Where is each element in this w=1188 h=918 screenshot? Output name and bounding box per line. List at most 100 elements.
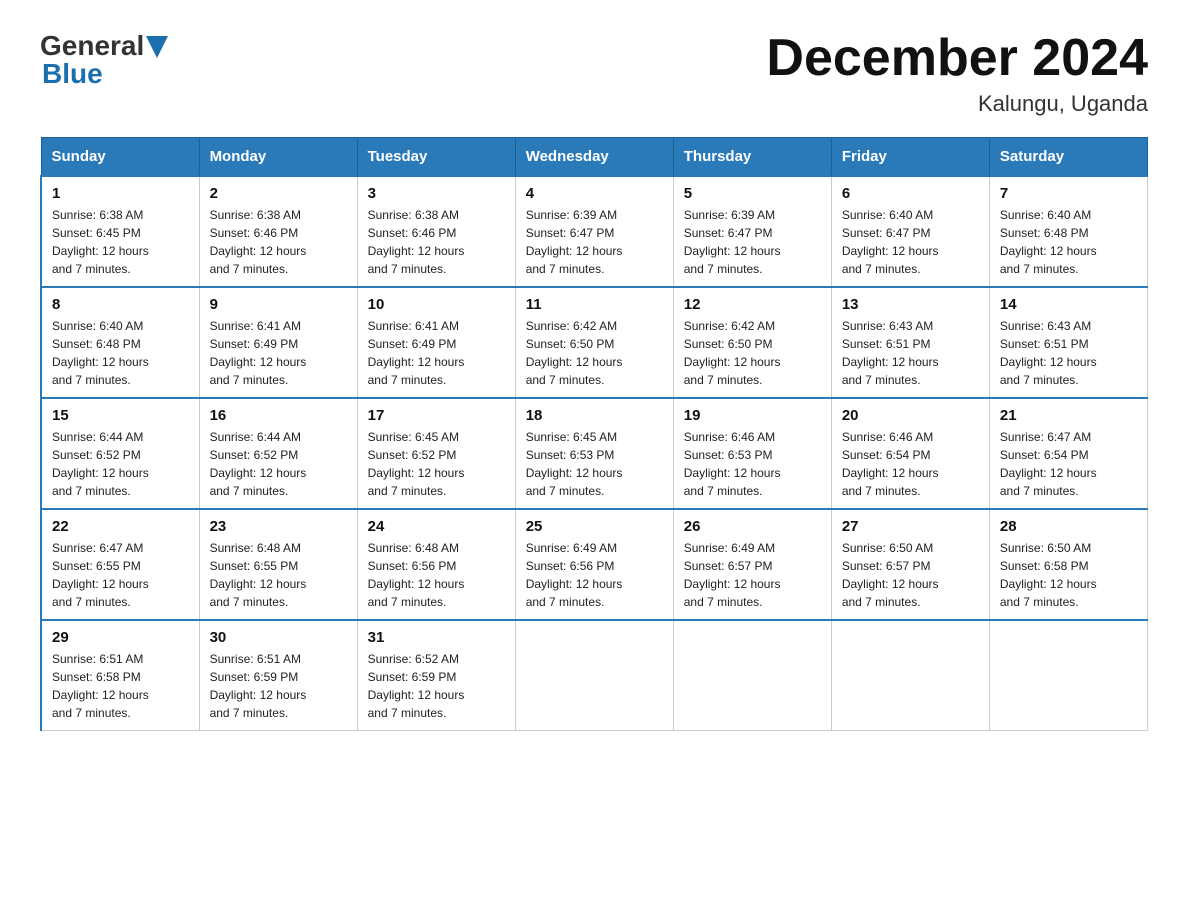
day-number: 23 — [210, 518, 347, 535]
days-header-row: SundayMondayTuesdayWednesdayThursdayFrid… — [41, 138, 1148, 177]
calendar-cell: 20 Sunrise: 6:46 AMSunset: 6:54 PMDayligh… — [831, 398, 989, 509]
calendar-cell: 27 Sunrise: 6:50 AMSunset: 6:57 PMDayligh… — [831, 509, 989, 620]
day-number: 8 — [52, 296, 189, 313]
calendar-cell: 29 Sunrise: 6:51 AMSunset: 6:58 PMDayligh… — [41, 620, 199, 731]
day-number: 25 — [526, 518, 663, 535]
day-number: 30 — [210, 629, 347, 646]
logo-blue: Blue — [42, 58, 103, 90]
week-row-1: 1 Sunrise: 6:38 AMSunset: 6:45 PMDaylight… — [41, 176, 1148, 287]
day-info: Sunrise: 6:38 AMSunset: 6:46 PMDaylight:… — [368, 206, 505, 278]
day-number: 15 — [52, 407, 189, 424]
calendar-cell: 7 Sunrise: 6:40 AMSunset: 6:48 PMDaylight… — [989, 176, 1147, 287]
calendar-cell: 26 Sunrise: 6:49 AMSunset: 6:57 PMDayligh… — [673, 509, 831, 620]
calendar-cell: 8 Sunrise: 6:40 AMSunset: 6:48 PMDaylight… — [41, 287, 199, 398]
calendar-cell: 23 Sunrise: 6:48 AMSunset: 6:55 PMDayligh… — [199, 509, 357, 620]
day-info: Sunrise: 6:48 AMSunset: 6:56 PMDaylight:… — [368, 539, 505, 611]
calendar-cell — [831, 620, 989, 731]
calendar-cell: 19 Sunrise: 6:46 AMSunset: 6:53 PMDayligh… — [673, 398, 831, 509]
day-number: 26 — [684, 518, 821, 535]
logo-triangle-icon — [146, 36, 168, 58]
calendar-cell — [673, 620, 831, 731]
day-number: 12 — [684, 296, 821, 313]
day-info: Sunrise: 6:42 AMSunset: 6:50 PMDaylight:… — [684, 317, 821, 389]
day-info: Sunrise: 6:43 AMSunset: 6:51 PMDaylight:… — [1000, 317, 1137, 389]
calendar-cell: 10Sunrise: 6:41 AMSunset: 6:49 PMDayligh… — [357, 287, 515, 398]
calendar-cell: 31Sunrise: 6:52 AMSunset: 6:59 PMDayligh… — [357, 620, 515, 731]
calendar-cell: 21Sunrise: 6:47 AMSunset: 6:54 PMDayligh… — [989, 398, 1147, 509]
location-label: Kalungu, Uganda — [766, 91, 1148, 117]
day-info: Sunrise: 6:44 AMSunset: 6:52 PMDaylight:… — [210, 428, 347, 500]
col-header-sunday: Sunday — [41, 138, 199, 177]
day-number: 19 — [684, 407, 821, 424]
day-number: 6 — [842, 185, 979, 202]
day-info: Sunrise: 6:51 AMSunset: 6:58 PMDaylight:… — [52, 650, 189, 722]
day-info: Sunrise: 6:51 AMSunset: 6:59 PMDaylight:… — [210, 650, 347, 722]
calendar-cell: 22 Sunrise: 6:47 AMSunset: 6:55 PMDayligh… — [41, 509, 199, 620]
col-header-wednesday: Wednesday — [515, 138, 673, 177]
calendar-cell: 3Sunrise: 6:38 AMSunset: 6:46 PMDaylight… — [357, 176, 515, 287]
calendar-cell: 13 Sunrise: 6:43 AMSunset: 6:51 PMDayligh… — [831, 287, 989, 398]
day-info: Sunrise: 6:52 AMSunset: 6:59 PMDaylight:… — [368, 650, 505, 722]
day-info: Sunrise: 6:45 AMSunset: 6:52 PMDaylight:… — [368, 428, 505, 500]
day-info: Sunrise: 6:40 AMSunset: 6:48 PMDaylight:… — [1000, 206, 1137, 278]
calendar-table: SundayMondayTuesdayWednesdayThursdayFrid… — [40, 137, 1148, 731]
day-info: Sunrise: 6:41 AMSunset: 6:49 PMDaylight:… — [368, 317, 505, 389]
day-info: Sunrise: 6:50 AMSunset: 6:57 PMDaylight:… — [842, 539, 979, 611]
col-header-thursday: Thursday — [673, 138, 831, 177]
week-row-4: 22 Sunrise: 6:47 AMSunset: 6:55 PMDayligh… — [41, 509, 1148, 620]
day-number: 17 — [368, 407, 505, 424]
calendar-cell: 14 Sunrise: 6:43 AMSunset: 6:51 PMDayligh… — [989, 287, 1147, 398]
day-info: Sunrise: 6:48 AMSunset: 6:55 PMDaylight:… — [210, 539, 347, 611]
day-number: 7 — [1000, 185, 1137, 202]
page-header: General Blue December 2024 Kalungu, Ugan… — [40, 30, 1148, 117]
day-info: Sunrise: 6:38 AMSunset: 6:46 PMDaylight:… — [210, 206, 347, 278]
day-info: Sunrise: 6:38 AMSunset: 6:45 PMDaylight:… — [52, 206, 189, 278]
calendar-cell: 5Sunrise: 6:39 AMSunset: 6:47 PMDaylight… — [673, 176, 831, 287]
week-row-5: 29 Sunrise: 6:51 AMSunset: 6:58 PMDayligh… — [41, 620, 1148, 731]
day-info: Sunrise: 6:41 AMSunset: 6:49 PMDaylight:… — [210, 317, 347, 389]
calendar-cell: 4Sunrise: 6:39 AMSunset: 6:47 PMDaylight… — [515, 176, 673, 287]
day-info: Sunrise: 6:47 AMSunset: 6:55 PMDaylight:… — [52, 539, 189, 611]
day-number: 22 — [52, 518, 189, 535]
calendar-cell: 24 Sunrise: 6:48 AMSunset: 6:56 PMDayligh… — [357, 509, 515, 620]
day-info: Sunrise: 6:46 AMSunset: 6:53 PMDaylight:… — [684, 428, 821, 500]
calendar-cell: 17 Sunrise: 6:45 AMSunset: 6:52 PMDayligh… — [357, 398, 515, 509]
col-header-saturday: Saturday — [989, 138, 1147, 177]
day-number: 13 — [842, 296, 979, 313]
day-number: 27 — [842, 518, 979, 535]
day-info: Sunrise: 6:39 AMSunset: 6:47 PMDaylight:… — [526, 206, 663, 278]
logo: General Blue — [40, 30, 168, 90]
week-row-2: 8 Sunrise: 6:40 AMSunset: 6:48 PMDaylight… — [41, 287, 1148, 398]
day-number: 2 — [210, 185, 347, 202]
day-info: Sunrise: 6:40 AMSunset: 6:47 PMDaylight:… — [842, 206, 979, 278]
day-number: 14 — [1000, 296, 1137, 313]
day-number: 16 — [210, 407, 347, 424]
calendar-cell: 9Sunrise: 6:41 AMSunset: 6:49 PMDaylight… — [199, 287, 357, 398]
month-year-title: December 2024 — [766, 30, 1148, 87]
day-number: 24 — [368, 518, 505, 535]
calendar-cell: 1 Sunrise: 6:38 AMSunset: 6:45 PMDaylight… — [41, 176, 199, 287]
day-number: 1 — [52, 185, 189, 202]
day-number: 21 — [1000, 407, 1137, 424]
day-number: 29 — [52, 629, 189, 646]
day-info: Sunrise: 6:39 AMSunset: 6:47 PMDaylight:… — [684, 206, 821, 278]
day-info: Sunrise: 6:49 AMSunset: 6:57 PMDaylight:… — [684, 539, 821, 611]
day-info: Sunrise: 6:50 AMSunset: 6:58 PMDaylight:… — [1000, 539, 1137, 611]
day-info: Sunrise: 6:43 AMSunset: 6:51 PMDaylight:… — [842, 317, 979, 389]
calendar-cell: 2 Sunrise: 6:38 AMSunset: 6:46 PMDaylight… — [199, 176, 357, 287]
day-info: Sunrise: 6:40 AMSunset: 6:48 PMDaylight:… — [52, 317, 189, 389]
calendar-cell — [515, 620, 673, 731]
calendar-cell: 15 Sunrise: 6:44 AMSunset: 6:52 PMDayligh… — [41, 398, 199, 509]
col-header-monday: Monday — [199, 138, 357, 177]
day-info: Sunrise: 6:46 AMSunset: 6:54 PMDaylight:… — [842, 428, 979, 500]
day-number: 20 — [842, 407, 979, 424]
calendar-cell: 25 Sunrise: 6:49 AMSunset: 6:56 PMDayligh… — [515, 509, 673, 620]
calendar-cell: 30 Sunrise: 6:51 AMSunset: 6:59 PMDayligh… — [199, 620, 357, 731]
day-info: Sunrise: 6:44 AMSunset: 6:52 PMDaylight:… — [52, 428, 189, 500]
day-info: Sunrise: 6:49 AMSunset: 6:56 PMDaylight:… — [526, 539, 663, 611]
week-row-3: 15 Sunrise: 6:44 AMSunset: 6:52 PMDayligh… — [41, 398, 1148, 509]
calendar-cell — [989, 620, 1147, 731]
day-info: Sunrise: 6:42 AMSunset: 6:50 PMDaylight:… — [526, 317, 663, 389]
calendar-cell: 11Sunrise: 6:42 AMSunset: 6:50 PMDayligh… — [515, 287, 673, 398]
calendar-cell: 16 Sunrise: 6:44 AMSunset: 6:52 PMDayligh… — [199, 398, 357, 509]
